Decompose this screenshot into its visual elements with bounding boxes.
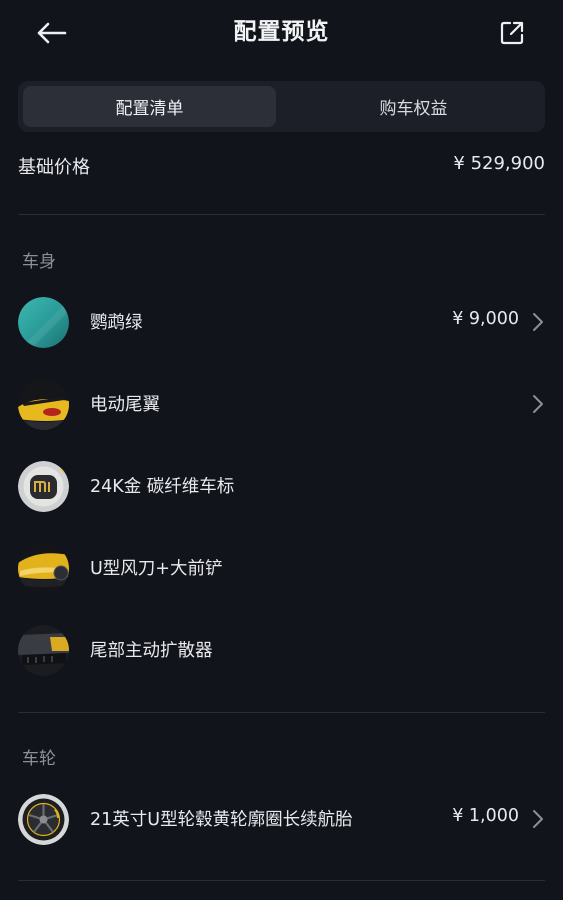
list-item-front-splitter[interactable]: U型风刀+大前铲 bbox=[18, 540, 545, 596]
section-title-wheels: 车轮 bbox=[22, 749, 56, 769]
mi-logo-badge bbox=[18, 461, 69, 512]
front-splitter-photo bbox=[18, 543, 69, 594]
chevron-right-icon bbox=[533, 810, 543, 828]
rear-diffuser-photo bbox=[18, 625, 69, 676]
teal-paint-swatch bbox=[18, 297, 69, 348]
tab-config-list[interactable]: 配置清单 bbox=[23, 86, 276, 127]
tab-purchase-benefits[interactable]: 购车权益 bbox=[287, 86, 540, 127]
section-title-body: 车身 bbox=[22, 252, 56, 272]
page-title: 配置预览 bbox=[233, 19, 330, 45]
item-name: 鹦鹉绿 bbox=[90, 313, 143, 333]
list-item-rear-wing[interactable]: 电动尾翼 bbox=[18, 376, 545, 432]
divider bbox=[18, 880, 545, 881]
list-item-paint[interactable]: 鹦鹉绿 ¥ 9,000 bbox=[18, 294, 545, 350]
item-price: ¥ 9,000 bbox=[452, 309, 519, 329]
list-item-rear-diffuser[interactable]: 尾部主动扩散器 bbox=[18, 622, 545, 678]
item-name: 21英寸U型轮毂黄轮廓圈长续航胎 bbox=[90, 810, 353, 830]
divider bbox=[18, 214, 545, 215]
share-button[interactable] bbox=[495, 16, 529, 50]
item-name: 24K金 碳纤维车标 bbox=[90, 477, 235, 497]
item-name: U型风刀+大前铲 bbox=[90, 559, 223, 579]
chevron-right-icon bbox=[533, 395, 543, 413]
item-name: 尾部主动扩散器 bbox=[90, 641, 213, 661]
divider bbox=[18, 712, 545, 713]
tab-bar: 配置清单 购车权益 bbox=[18, 81, 545, 132]
chevron-right-icon bbox=[533, 313, 543, 331]
base-price-row: 基础价格 ¥ 529,900 bbox=[18, 145, 545, 185]
list-item-wheel[interactable]: 21英寸U型轮毂黄轮廓圈长续航胎 ¥ 1,000 bbox=[18, 791, 545, 847]
header: 配置预览 bbox=[0, 0, 563, 66]
item-name: 电动尾翼 bbox=[90, 395, 160, 415]
rear-wing-photo bbox=[18, 379, 69, 430]
item-price: ¥ 1,000 bbox=[452, 806, 519, 826]
share-external-icon bbox=[500, 21, 524, 45]
base-price-value: ¥ 529,900 bbox=[453, 153, 545, 174]
base-price-label: 基础价格 bbox=[18, 157, 90, 178]
list-item-logo-badge[interactable]: 24K金 碳纤维车标 bbox=[18, 458, 545, 514]
wheel-photo bbox=[18, 794, 69, 845]
